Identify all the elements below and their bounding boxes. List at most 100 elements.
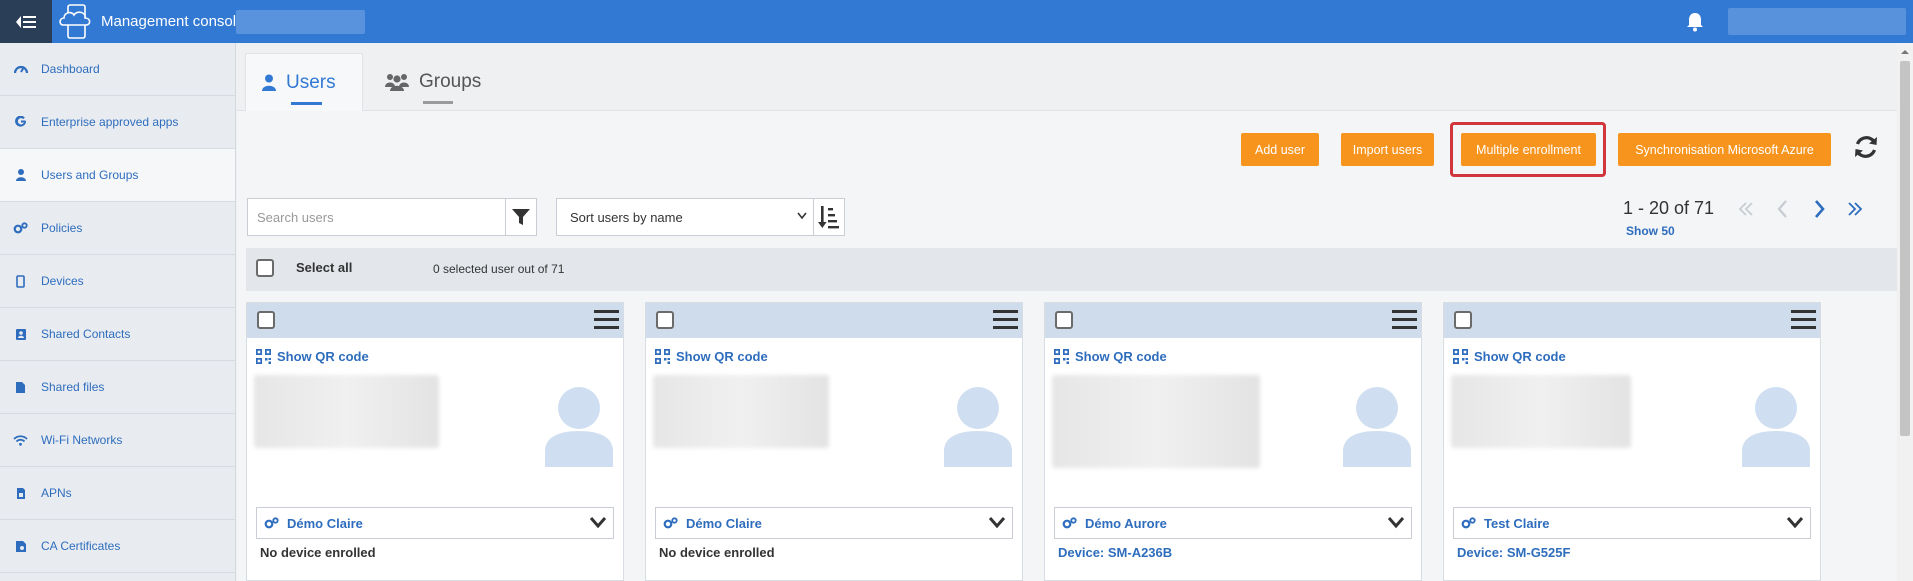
show-qr-code-link[interactable]: Show QR code bbox=[655, 349, 768, 364]
sidebar-item-enterprise-apps[interactable]: Enterprise approved apps bbox=[0, 96, 235, 149]
user-details-redacted bbox=[1451, 375, 1631, 448]
user-owner-dropdown[interactable]: Démo Aurore bbox=[1054, 507, 1412, 539]
next-page-icon[interactable] bbox=[1808, 197, 1830, 221]
user-details-redacted bbox=[1052, 375, 1260, 468]
filter-icon bbox=[512, 208, 530, 225]
user-icon bbox=[262, 74, 276, 91]
tab-users[interactable]: Users bbox=[245, 53, 363, 111]
organization-name-redacted bbox=[236, 10, 365, 34]
show-qr-code-link[interactable]: Show QR code bbox=[1054, 349, 1167, 364]
user-icon bbox=[0, 169, 41, 181]
mobile-icon bbox=[0, 274, 41, 288]
hamburger-menu-icon[interactable] bbox=[1392, 309, 1417, 330]
search-input[interactable] bbox=[248, 199, 498, 235]
sort-select[interactable]: Sort users by name bbox=[556, 198, 814, 236]
hamburger-menu-icon[interactable] bbox=[1791, 309, 1816, 330]
chevron-down-icon bbox=[1786, 517, 1804, 529]
user-owner-dropdown[interactable]: Démo Claire bbox=[655, 507, 1013, 539]
card-checkbox[interactable] bbox=[1055, 311, 1073, 329]
sidebar-item-label: APNs bbox=[41, 486, 72, 500]
sort-direction-button[interactable] bbox=[813, 198, 845, 236]
refresh-icon[interactable] bbox=[1853, 133, 1879, 161]
qrcode-icon bbox=[1453, 349, 1468, 364]
sidebar-item-devices[interactable]: Devices bbox=[0, 255, 235, 308]
app-title: Management console bbox=[101, 13, 245, 30]
first-page-icon[interactable] bbox=[1735, 197, 1757, 221]
top-bar: Management console bbox=[0, 0, 1913, 43]
sidebar-item-policies[interactable]: Policies bbox=[0, 202, 235, 255]
sidebar-item-wifi-networks[interactable]: Wi-Fi Networks bbox=[0, 414, 235, 467]
contacts-icon bbox=[0, 328, 41, 341]
sidebar-item-label: Users and Groups bbox=[41, 168, 139, 182]
card-header bbox=[247, 303, 623, 338]
gears-icon bbox=[663, 517, 678, 529]
sidebar-item-dashboard[interactable]: Dashboard bbox=[0, 43, 235, 96]
card-checkbox[interactable] bbox=[1454, 311, 1472, 329]
scroll-up-arrow-icon[interactable] bbox=[1897, 45, 1913, 59]
previous-page-icon[interactable] bbox=[1772, 197, 1794, 221]
qr-code-label: Show QR code bbox=[1474, 349, 1566, 364]
user-avatar-icon bbox=[1343, 387, 1411, 467]
sidebar-item-shared-contacts[interactable]: Shared Contacts bbox=[0, 308, 235, 361]
user-details-redacted bbox=[254, 375, 439, 448]
user-owner-dropdown[interactable]: Démo Claire bbox=[256, 507, 614, 539]
card-checkbox[interactable] bbox=[656, 311, 674, 329]
search-field bbox=[247, 198, 506, 236]
bell-icon[interactable] bbox=[1684, 11, 1706, 33]
menu-toggle-button[interactable] bbox=[0, 0, 52, 43]
sidebar-item-label: Policies bbox=[41, 221, 83, 235]
show-qr-code-link[interactable]: Show QR code bbox=[256, 349, 369, 364]
card-header bbox=[646, 303, 1022, 338]
qrcode-icon bbox=[655, 349, 670, 364]
google-icon bbox=[0, 116, 41, 128]
user-details-redacted bbox=[653, 375, 829, 448]
user-owner-dropdown[interactable]: Test Claire bbox=[1453, 507, 1811, 539]
sidebar-item-apns[interactable]: APNs bbox=[0, 467, 235, 520]
user-avatar-icon bbox=[545, 387, 613, 467]
device-link[interactable]: Device: SM-A236B bbox=[1058, 545, 1172, 560]
tab-groups[interactable]: Groups bbox=[373, 53, 493, 111]
sync-microsoft-azure-button[interactable]: Synchronisation Microsoft Azure bbox=[1618, 133, 1831, 166]
qrcode-icon bbox=[1054, 349, 1069, 364]
last-page-icon[interactable] bbox=[1844, 197, 1866, 221]
chevron-down-icon bbox=[589, 517, 607, 529]
import-users-button[interactable]: Import users bbox=[1341, 133, 1434, 166]
multiple-enrollment-button[interactable]: Multiple enrollment bbox=[1461, 133, 1596, 166]
sidebar-item-label: Shared Contacts bbox=[41, 327, 131, 341]
gears-icon bbox=[264, 517, 279, 529]
sidebar-item-label: CA Certificates bbox=[41, 539, 121, 553]
gears-icon bbox=[1062, 517, 1077, 529]
device-link[interactable]: Device: SM-G525F bbox=[1457, 545, 1570, 560]
sidebar-item-ca-certificates[interactable]: CA Certificates bbox=[0, 520, 235, 573]
hamburger-menu-icon[interactable] bbox=[594, 309, 619, 330]
select-all-label: Select all bbox=[296, 260, 353, 275]
wifi-icon bbox=[0, 434, 41, 446]
page-scrollbar[interactable] bbox=[1897, 43, 1913, 581]
show-50-link[interactable]: Show 50 bbox=[1626, 224, 1675, 238]
user-name: Démo Claire bbox=[686, 515, 762, 531]
qr-code-label: Show QR code bbox=[277, 349, 369, 364]
user-name: Démo Aurore bbox=[1085, 515, 1167, 531]
card-header bbox=[1444, 303, 1820, 338]
filter-button[interactable] bbox=[505, 198, 537, 236]
tab-bar: Users Groups bbox=[237, 43, 1897, 111]
add-user-button[interactable]: Add user bbox=[1241, 133, 1319, 166]
card-checkbox[interactable] bbox=[257, 311, 275, 329]
qr-code-label: Show QR code bbox=[676, 349, 768, 364]
user-card: Show QR code Démo Claire No device enrol… bbox=[645, 302, 1023, 581]
tab-label: Users bbox=[286, 71, 336, 93]
sidebar-item-users-and-groups[interactable]: Users and Groups bbox=[0, 149, 235, 202]
show-qr-code-link[interactable]: Show QR code bbox=[1453, 349, 1566, 364]
hamburger-menu-icon[interactable] bbox=[993, 309, 1018, 330]
sidebar: Dashboard Enterprise approved apps Users… bbox=[0, 43, 236, 581]
sidebar-item-shared-files[interactable]: Shared files bbox=[0, 361, 235, 414]
qr-code-label: Show QR code bbox=[1075, 349, 1167, 364]
select-all-checkbox[interactable] bbox=[256, 259, 274, 277]
qrcode-icon bbox=[256, 349, 271, 364]
tab-underline bbox=[423, 101, 453, 104]
gears-icon bbox=[0, 222, 41, 234]
sidebar-item-label: Enterprise approved apps bbox=[41, 115, 179, 129]
user-account-redacted[interactable] bbox=[1728, 8, 1906, 35]
sidebar-item-label: Wi-Fi Networks bbox=[41, 433, 123, 447]
scrollbar-thumb[interactable] bbox=[1900, 61, 1910, 436]
